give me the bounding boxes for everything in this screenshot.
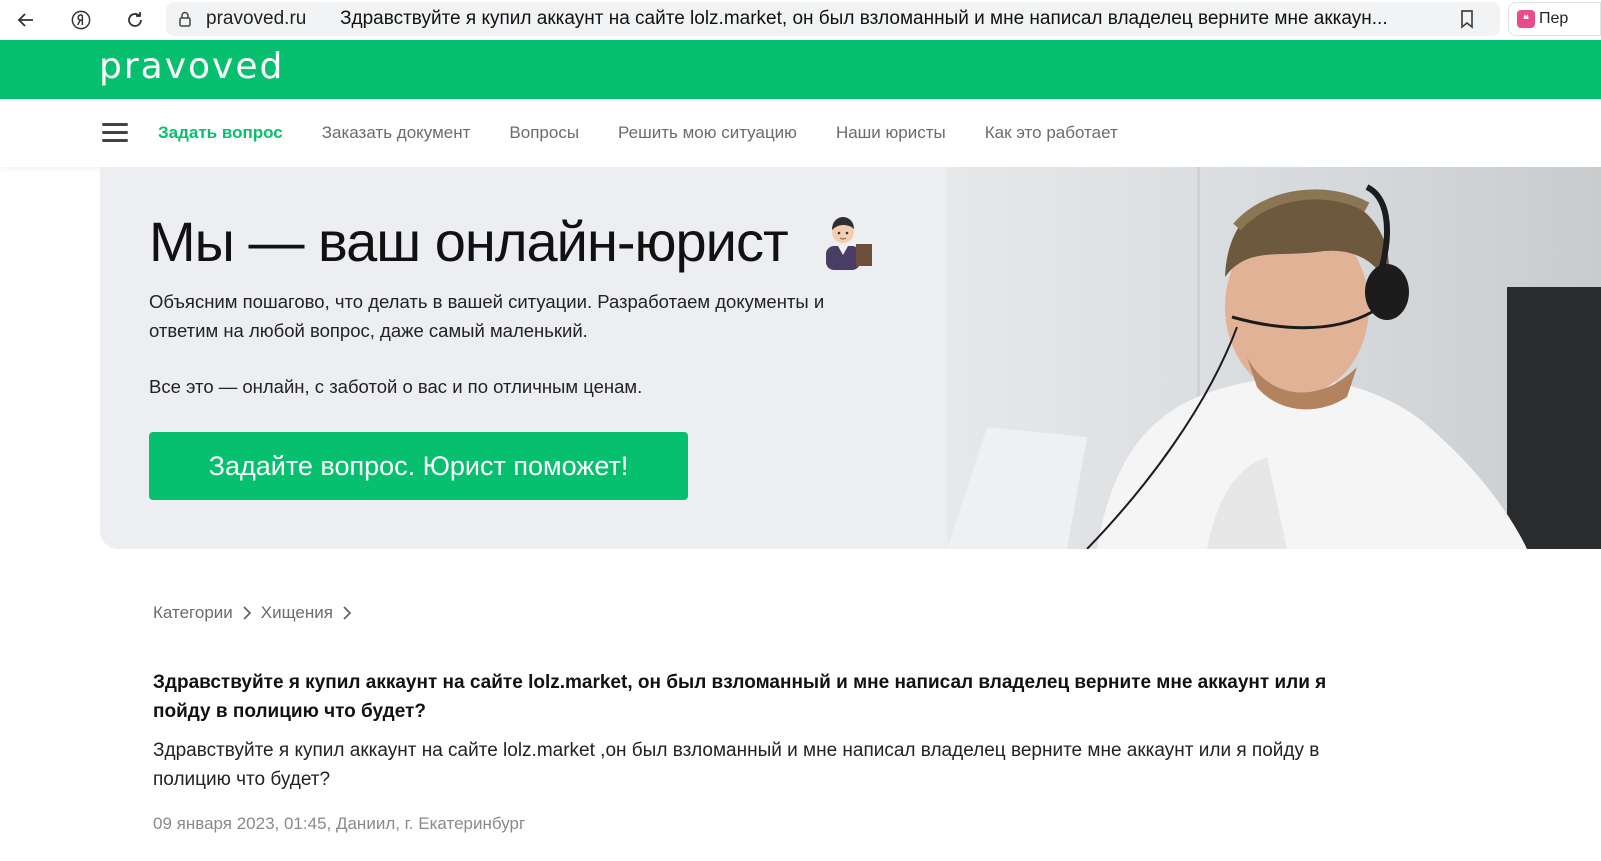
reload-icon[interactable] xyxy=(119,4,151,36)
address-bar[interactable]: pravoved.ru Здравствуйте я купил аккаунт… xyxy=(166,2,1500,36)
nav-solve-situation[interactable]: Решить мою ситуацию xyxy=(618,123,797,143)
site-logo[interactable]: pravoved xyxy=(99,46,284,87)
site-header: pravoved xyxy=(0,40,1601,99)
yandex-icon[interactable] xyxy=(65,4,97,36)
hero-banner: Мы — ваш онлайн-юрист Объясним пошагово,… xyxy=(100,167,947,549)
chevron-right-icon xyxy=(243,606,252,620)
address-page-title: Здравствуйте я купил аккаунт на сайте lo… xyxy=(340,8,1388,29)
nav-how-it-works[interactable]: Как это работает xyxy=(985,123,1118,143)
lock-icon xyxy=(179,11,191,27)
nav-order-document[interactable]: Заказать документ xyxy=(322,123,471,143)
menu-icon[interactable] xyxy=(102,123,128,143)
hero-title: Мы — ваш онлайн-юрист xyxy=(149,210,789,273)
bookmark-icon[interactable] xyxy=(1456,8,1478,30)
address-domain: pravoved.ru xyxy=(206,8,307,29)
hero-description: Объясним пошагово, что делать в вашей си… xyxy=(149,291,825,341)
main-navigation: Задать вопрос Заказать документ Вопросы … xyxy=(0,99,1601,167)
hero-subtext: Все это — онлайн, с заботой о вас и по о… xyxy=(149,376,643,397)
lawyer-photo xyxy=(947,167,1601,549)
chevron-right-icon xyxy=(343,606,352,620)
nav-ask-question[interactable]: Задать вопрос xyxy=(158,123,283,143)
nav-our-lawyers[interactable]: Наши юристы xyxy=(836,123,946,143)
back-arrow-icon[interactable] xyxy=(10,4,42,36)
question-meta: 09 января 2023, 01:45, Даниил, г. Екатер… xyxy=(153,814,526,833)
breadcrumb-categories[interactable]: Категории xyxy=(153,603,233,623)
breadcrumb: Категории Хищения xyxy=(153,603,361,623)
browser-toolbar: pravoved.ru Здравствуйте я купил аккаунт… xyxy=(0,0,1601,40)
ask-lawyer-button[interactable]: Задайте вопрос. Юрист поможет! xyxy=(149,432,688,500)
extension-chip[interactable]: ❝ Пер xyxy=(1508,2,1601,36)
lawyer-emoji-icon xyxy=(826,217,872,270)
question-body: Здравствуйте я купил аккаунт на сайте lo… xyxy=(153,740,1320,790)
quote-extension-icon: ❝ xyxy=(1517,10,1535,28)
nav-questions[interactable]: Вопросы xyxy=(509,123,579,143)
question-title: Здравствуйте я купил аккаунт на сайте lo… xyxy=(153,672,1327,722)
extension-label: Пер xyxy=(1539,10,1569,27)
breadcrumb-theft[interactable]: Хищения xyxy=(261,603,333,623)
